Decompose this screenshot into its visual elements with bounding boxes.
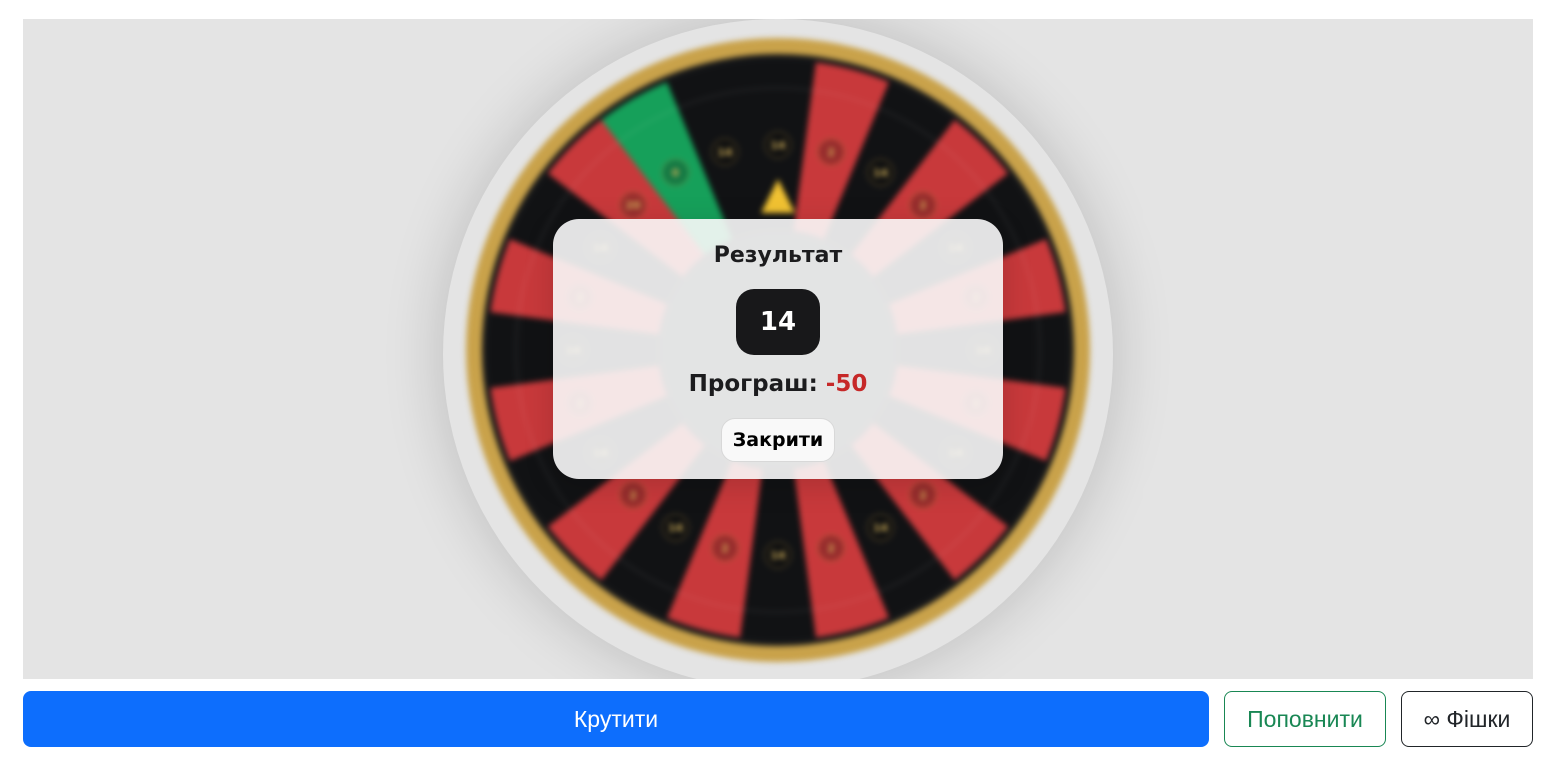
outcome-label: Програш:	[688, 371, 818, 397]
segment-label: 14	[770, 549, 786, 562]
segment-label: 2	[721, 542, 729, 555]
segment-label: 14	[668, 522, 684, 535]
chips-button[interactable]: ∞ Фішки	[1401, 691, 1533, 747]
segment-label: 14	[873, 522, 889, 535]
segment-label: 14	[770, 139, 786, 152]
segment-label: 2	[629, 489, 637, 502]
segment-label: 2	[919, 199, 927, 212]
segment-label: 14	[717, 146, 733, 159]
outcome-line: Програш: -50	[553, 371, 1003, 397]
segment-label: 20	[625, 199, 641, 212]
outcome-amount: -50	[825, 371, 868, 397]
segment-label: 2	[827, 146, 835, 159]
result-modal: Результат 14 Програш: -50 Закрити	[553, 219, 1003, 479]
close-button[interactable]: Закрити	[721, 418, 835, 462]
spin-button[interactable]: Крутити	[23, 691, 1209, 747]
game-stage: 1421421421421421421421421421421420014 Ре…	[23, 19, 1533, 679]
segment-label: 14	[873, 166, 889, 179]
modal-title: Результат	[713, 243, 843, 268]
controls-bar: Крутити Поповнити ∞ Фішки	[23, 691, 1533, 747]
chips-label: Фішки	[1446, 705, 1511, 732]
topup-button[interactable]: Поповнити	[1224, 691, 1386, 747]
segment-label: 0	[672, 166, 680, 179]
segment-label: 2	[827, 542, 835, 555]
infinity-icon: ∞	[1423, 705, 1441, 732]
result-number: 14	[736, 289, 820, 355]
segment-label: 2	[919, 489, 927, 502]
